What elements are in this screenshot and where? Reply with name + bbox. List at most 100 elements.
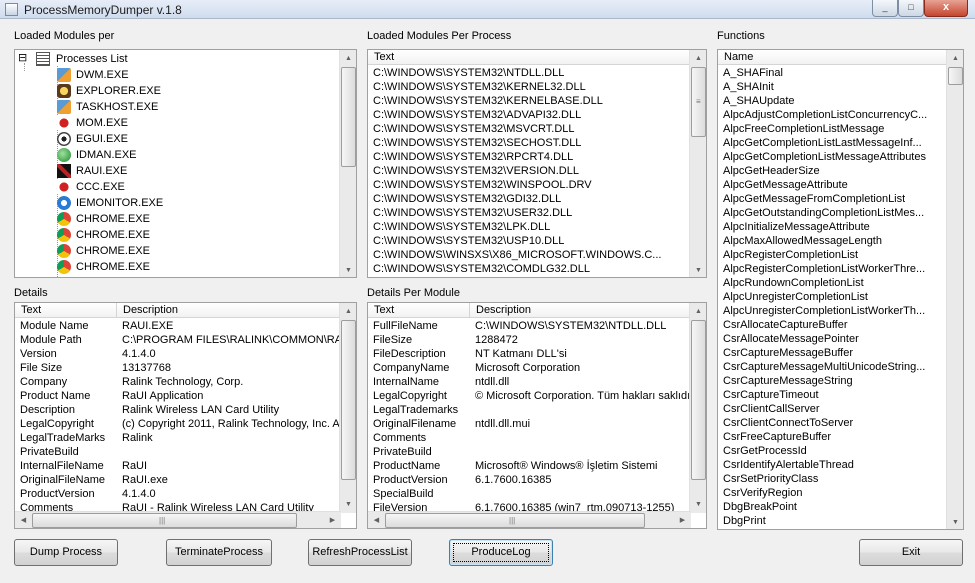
function-row[interactable]: CsrAllocateCaptureBuffer — [718, 318, 948, 332]
process-tree[interactable]: ⊟ Processes List DWM.EXE EXPLORER.EXE TASK… — [14, 49, 357, 278]
module-details-row[interactable]: ProductName Microsoft® Windows® İşletim S… — [368, 459, 691, 473]
functions-header-name[interactable]: Name — [718, 50, 948, 65]
function-row[interactable]: DbgPrint — [718, 514, 948, 528]
maximize-button[interactable]: □ — [898, 0, 924, 17]
details-row[interactable]: Company Ralink Technology, Corp. — [15, 375, 341, 389]
function-row[interactable]: CsrGetProcessId — [718, 444, 948, 458]
module-details-row[interactable]: CompanyName Microsoft Corporation — [368, 361, 691, 375]
module-row[interactable]: C:\WINDOWS\SYSTEM32\USP10.DLL — [368, 234, 691, 248]
exit-button[interactable]: Exit — [859, 539, 963, 566]
module-row[interactable]: C:\WINDOWS\SYSTEM32\VERSION.DLL — [368, 164, 691, 178]
module-details-row[interactable]: Comments — [368, 431, 691, 445]
details-row[interactable]: File Size 13137768 — [15, 361, 341, 375]
produce-log-button[interactable]: ProduceLog — [449, 539, 553, 566]
function-row[interactable]: CsrIdentifyAlertableThread — [718, 458, 948, 472]
minimize-button[interactable]: _ — [872, 0, 898, 17]
function-row[interactable]: AlpcRundownCompletionList — [718, 276, 948, 290]
scroll-down-arrow-icon[interactable]: ▼ — [690, 262, 706, 277]
function-row[interactable]: CsrCaptureMessageBuffer — [718, 346, 948, 360]
terminate-process-button[interactable]: TerminateProcess — [166, 539, 272, 566]
scroll-down-arrow-icon[interactable]: ▼ — [340, 496, 356, 513]
function-row[interactable]: A_SHAFinal — [718, 66, 948, 80]
module-row[interactable]: C:\WINDOWS\SYSTEM32\KERNELBASE.DLL — [368, 94, 691, 108]
details-row[interactable]: ProductVersion 4.1.4.0 — [15, 487, 341, 501]
function-row[interactable]: AlpcUnregisterCompletionList — [718, 290, 948, 304]
module-row[interactable]: C:\WINDOWS\SYSTEM32\SECHOST.DLL — [368, 136, 691, 150]
function-row[interactable]: AlpcGetOutstandingCompletionListMes... — [718, 206, 948, 220]
module-row[interactable]: C:\WINDOWS\WINSXS\X86_MICROSOFT.WINDOWS.… — [368, 248, 691, 262]
function-row[interactable]: AlpcGetCompletionListLastMessageInf... — [718, 136, 948, 150]
details-hscroll[interactable]: ◀ ||| ▶ — [15, 511, 341, 528]
dump-process-button[interactable]: Dump Process — [14, 539, 118, 566]
function-row[interactable]: AlpcRegisterCompletionListWorkerThre... — [718, 262, 948, 276]
close-button[interactable]: x — [924, 0, 968, 17]
function-row[interactable]: CsrFreeCaptureBuffer — [718, 430, 948, 444]
function-row[interactable]: CsrClientCallServer — [718, 402, 948, 416]
scroll-up-arrow-icon[interactable]: ▲ — [690, 303, 706, 320]
scroll-down-arrow-icon[interactable]: ▼ — [340, 262, 356, 277]
details-row[interactable]: Module Path C:\PROGRAM FILES\RALINK\COMMO… — [15, 333, 341, 347]
scroll-right-arrow-icon[interactable]: ▶ — [674, 512, 691, 528]
module-details-vscroll[interactable]: ▲ ▼ — [689, 303, 706, 513]
scroll-down-arrow-icon[interactable]: ▼ — [690, 496, 706, 513]
module-details-row[interactable]: FullFileName C:\WINDOWS\SYSTEM32\NTDLL.DL… — [368, 319, 691, 333]
function-row[interactable]: AlpcGetMessageAttribute — [718, 178, 948, 192]
details-list[interactable]: Text Description Module Name RAUI.EXE Modu… — [14, 302, 357, 529]
scroll-thumb[interactable] — [341, 67, 356, 167]
modules-list[interactable]: Text C:\WINDOWS\SYSTEM32\NTDLL.DLL C:\WIN… — [367, 49, 707, 278]
module-details-header-text[interactable]: Text — [368, 303, 470, 318]
module-details-header-description[interactable]: Description — [470, 303, 691, 318]
scroll-thumb[interactable] — [341, 320, 356, 480]
function-row[interactable]: AlpcMaxAllowedMessageLength — [718, 234, 948, 248]
module-row[interactable]: C:\WINDOWS\SYSTEM32\NTDLL.DLL — [368, 66, 691, 80]
function-row[interactable]: CsrAllocateMessagePointer — [718, 332, 948, 346]
details-row[interactable]: LegalTradeMarks Ralink — [15, 431, 341, 445]
function-row[interactable]: AlpcGetMessageFromCompletionList — [718, 192, 948, 206]
function-row[interactable]: AlpcFreeCompletionListMessage — [718, 122, 948, 136]
function-row[interactable]: AlpcGetCompletionListMessageAttributes — [718, 150, 948, 164]
module-row[interactable]: C:\WINDOWS\SYSTEM32\RPCRT4.DLL — [368, 150, 691, 164]
modules-header-text[interactable]: Text — [368, 50, 691, 65]
tree-collapse-icon[interactable]: ⊟ — [18, 51, 27, 65]
scroll-right-arrow-icon[interactable]: ▶ — [324, 512, 341, 528]
details-row[interactable]: LegalCopyright (c) Copyright 2011, Ralink… — [15, 417, 341, 431]
function-row[interactable]: AlpcAdjustCompletionListConcurrencyC... — [718, 108, 948, 122]
module-details-row[interactable]: PrivateBuild — [368, 445, 691, 459]
details-row[interactable]: InternalFileName RaUI — [15, 459, 341, 473]
module-details-hscroll[interactable]: ◀ ||| ▶ — [368, 511, 691, 528]
module-row[interactable]: C:\WINDOWS\SYSTEM32\COMDLG32.DLL — [368, 262, 691, 276]
details-row[interactable]: PrivateBuild — [15, 445, 341, 459]
module-details-row[interactable]: InternalName ntdll.dll — [368, 375, 691, 389]
function-row[interactable]: A_SHAInit — [718, 80, 948, 94]
scroll-thumb[interactable] — [948, 67, 963, 85]
module-details-row[interactable]: OriginalFilename ntdll.dll.mui — [368, 417, 691, 431]
function-row[interactable]: CsrClientConnectToServer — [718, 416, 948, 430]
modules-vscroll[interactable]: ▲ ≡ ▼ — [689, 50, 706, 277]
module-details-row[interactable]: LegalTrademarks — [368, 403, 691, 417]
function-row[interactable]: AlpcUnregisterCompletionListWorkerTh... — [718, 304, 948, 318]
function-row[interactable]: AlpcInitializeMessageAttribute — [718, 220, 948, 234]
scroll-left-arrow-icon[interactable]: ◀ — [368, 512, 385, 528]
scroll-up-arrow-icon[interactable]: ▲ — [340, 303, 356, 320]
function-row[interactable]: CsrCaptureMessageMultiUnicodeString... — [718, 360, 948, 374]
module-details-row[interactable]: LegalCopyright © Microsoft Corporation. T… — [368, 389, 691, 403]
module-row[interactable]: C:\WINDOWS\SYSTEM32\WINSPOOL.DRV — [368, 178, 691, 192]
details-row[interactable]: Module Name RAUI.EXE — [15, 319, 341, 333]
scroll-thumb[interactable] — [691, 320, 706, 480]
module-row[interactable]: C:\WINDOWS\SYSTEM32\USER32.DLL — [368, 206, 691, 220]
details-vscroll[interactable]: ▲ ▼ — [339, 303, 356, 513]
module-details-row[interactable]: SpecialBuild — [368, 487, 691, 501]
module-row[interactable]: C:\WINDOWS\SYSTEM32\MSVCRT.DLL — [368, 122, 691, 136]
function-row[interactable]: AlpcGetHeaderSize — [718, 164, 948, 178]
functions-vscroll[interactable]: ▲ ▼ — [946, 50, 963, 529]
scroll-left-arrow-icon[interactable]: ◀ — [15, 512, 32, 528]
details-row[interactable]: Product Name RaUI Application — [15, 389, 341, 403]
module-details-row[interactable]: FileDescription NT Katmanı DLL'si — [368, 347, 691, 361]
details-header-text[interactable]: Text — [15, 303, 117, 318]
scroll-up-arrow-icon[interactable]: ▲ — [690, 50, 706, 67]
details-header-description[interactable]: Description — [117, 303, 341, 318]
module-row[interactable]: C:\WINDOWS\SYSTEM32\ADVAPI32.DLL — [368, 108, 691, 122]
module-details-row[interactable]: FileSize 1288472 — [368, 333, 691, 347]
process-tree-vscroll[interactable]: ▲ ▼ — [339, 50, 356, 277]
scroll-down-arrow-icon[interactable]: ▼ — [947, 514, 963, 529]
